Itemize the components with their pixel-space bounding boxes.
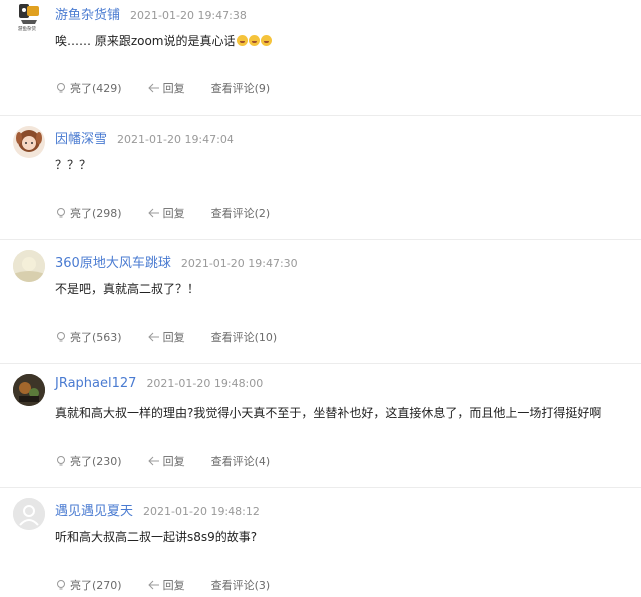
username[interactable]: 因幡深雪: [55, 132, 107, 147]
reply-button[interactable]: 回复: [147, 80, 185, 96]
comment-text: 听和高大叔高二叔一起讲s8s9的故事?: [55, 530, 258, 544]
comment-text: ？？？: [55, 158, 92, 172]
reply-button[interactable]: 回复: [147, 577, 185, 593]
view-comments-label: 查看评论(2): [210, 207, 271, 220]
reply-label: 回复: [162, 207, 185, 220]
default-user-avatar-icon: [13, 498, 45, 530]
avatar[interactable]: [13, 498, 45, 530]
like-button[interactable]: 亮了(298): [55, 205, 122, 221]
timestamp: 2021-01-20 19:48:00: [146, 377, 264, 390]
comment-actions: 亮了(298) 回复 查看评论(2): [55, 205, 296, 221]
lightbulb-icon: [57, 83, 65, 93]
comment-item: 因幡深雪 2021-01-20 19:47:04 ？？？ 亮了(298) 回复 查…: [0, 116, 641, 240]
photo-avatar-icon: [13, 250, 45, 282]
comment-text-content: 唉…… 原来跟zoom说的是真心话: [55, 34, 236, 48]
laugh-cry-emoji-icon: [260, 35, 272, 46]
photo-dark-avatar-icon: [13, 374, 45, 406]
reply-label: 回复: [162, 455, 185, 468]
like-button[interactable]: 亮了(270): [55, 577, 122, 593]
like-button[interactable]: 亮了(429): [55, 80, 122, 96]
laugh-cry-emoji-icon: [248, 35, 260, 46]
username[interactable]: 游鱼杂货铺: [55, 8, 120, 23]
view-comments-label: 查看评论(4): [210, 455, 271, 468]
lightbulb-icon: [57, 208, 65, 218]
avatar-caption: 游鱼杂货: [18, 26, 37, 32]
username[interactable]: 遇见遇见夏天: [55, 504, 133, 519]
like-label: 亮了(563): [70, 331, 122, 344]
username[interactable]: JRaphael127: [55, 376, 136, 391]
anime-girl-avatar-icon: [16, 130, 42, 152]
timestamp: 2021-01-20 19:48:12: [143, 505, 260, 518]
reply-button[interactable]: 回复: [147, 205, 185, 221]
view-comments-button[interactable]: 查看评论(2): [211, 205, 271, 221]
lightbulb-icon: [57, 580, 65, 590]
timestamp: 2021-01-20 19:47:04: [117, 133, 234, 146]
username[interactable]: 360原地大风车跳球: [55, 256, 171, 271]
avatar[interactable]: [13, 126, 45, 158]
view-comments-button[interactable]: 查看评论(10): [211, 329, 278, 345]
view-comments-label: 查看评论(3): [210, 579, 271, 592]
laugh-cry-emoji-icon: [236, 35, 248, 46]
reply-icon: [147, 332, 159, 342]
like-label: 亮了(429): [70, 82, 122, 95]
comment-item: 游鱼杂货 游鱼杂货铺 2021-01-20 19:47:38 唉…… 原来跟zoo…: [0, 0, 641, 116]
comment-item: 遇见遇见夏天 2021-01-20 19:48:12 听和高大叔高二叔一起讲s8s…: [0, 488, 641, 597]
view-comments-label: 查看评论(10): [210, 331, 278, 344]
comment-text: 不是吧，真就高二叔了？！: [55, 282, 200, 296]
reply-icon: [147, 580, 159, 590]
lightbulb-icon: [57, 456, 65, 466]
comment-actions: 亮了(270) 回复 查看评论(3): [55, 577, 296, 593]
timestamp: 2021-01-20 19:47:38: [130, 9, 247, 22]
reply-label: 回复: [162, 82, 185, 95]
comment-actions: 亮了(563) 回复 查看评论(10): [55, 329, 303, 345]
reply-icon: [147, 208, 159, 218]
reply-button[interactable]: 回复: [147, 329, 185, 345]
comment-list: 游鱼杂货 游鱼杂货铺 2021-01-20 19:47:38 唉…… 原来跟zoo…: [0, 0, 641, 597]
comment-actions: 亮了(230) 回复 查看评论(4): [55, 453, 296, 469]
lightbulb-icon: [57, 332, 65, 342]
reply-icon: [147, 456, 159, 466]
reply-icon: [147, 83, 159, 93]
view-comments-label: 查看评论(9): [210, 82, 271, 95]
reply-label: 回复: [162, 331, 185, 344]
comment-text: 真就和高大叔一样的理由?我觉得小天真不至于，坐替补也好，这直接休息了，而且他上一…: [55, 406, 602, 420]
avatar[interactable]: [13, 374, 45, 406]
view-comments-button[interactable]: 查看评论(4): [211, 453, 271, 469]
timestamp: 2021-01-20 19:47:30: [180, 257, 298, 270]
reply-label: 回复: [162, 579, 185, 592]
like-button[interactable]: 亮了(563): [55, 329, 122, 345]
comment-actions: 亮了(429) 回复 查看评论(9): [55, 80, 296, 96]
reply-button[interactable]: 回复: [147, 453, 185, 469]
like-button[interactable]: 亮了(230): [55, 453, 122, 469]
view-comments-button[interactable]: 查看评论(9): [211, 80, 271, 96]
comment-text: 唉…… 原来跟zoom说的是真心话: [55, 32, 272, 49]
like-label: 亮了(230): [70, 455, 122, 468]
like-label: 亮了(270): [70, 579, 122, 592]
comment-item: JRaphael127 2021-01-20 19:48:00 真就和高大叔一样的…: [0, 364, 641, 488]
comment-item: 360原地大风车跳球 2021-01-20 19:47:30 不是吧，真就高二叔了…: [0, 240, 641, 364]
avatar[interactable]: [13, 250, 45, 282]
view-comments-button[interactable]: 查看评论(3): [211, 577, 271, 593]
like-label: 亮了(298): [70, 207, 122, 220]
